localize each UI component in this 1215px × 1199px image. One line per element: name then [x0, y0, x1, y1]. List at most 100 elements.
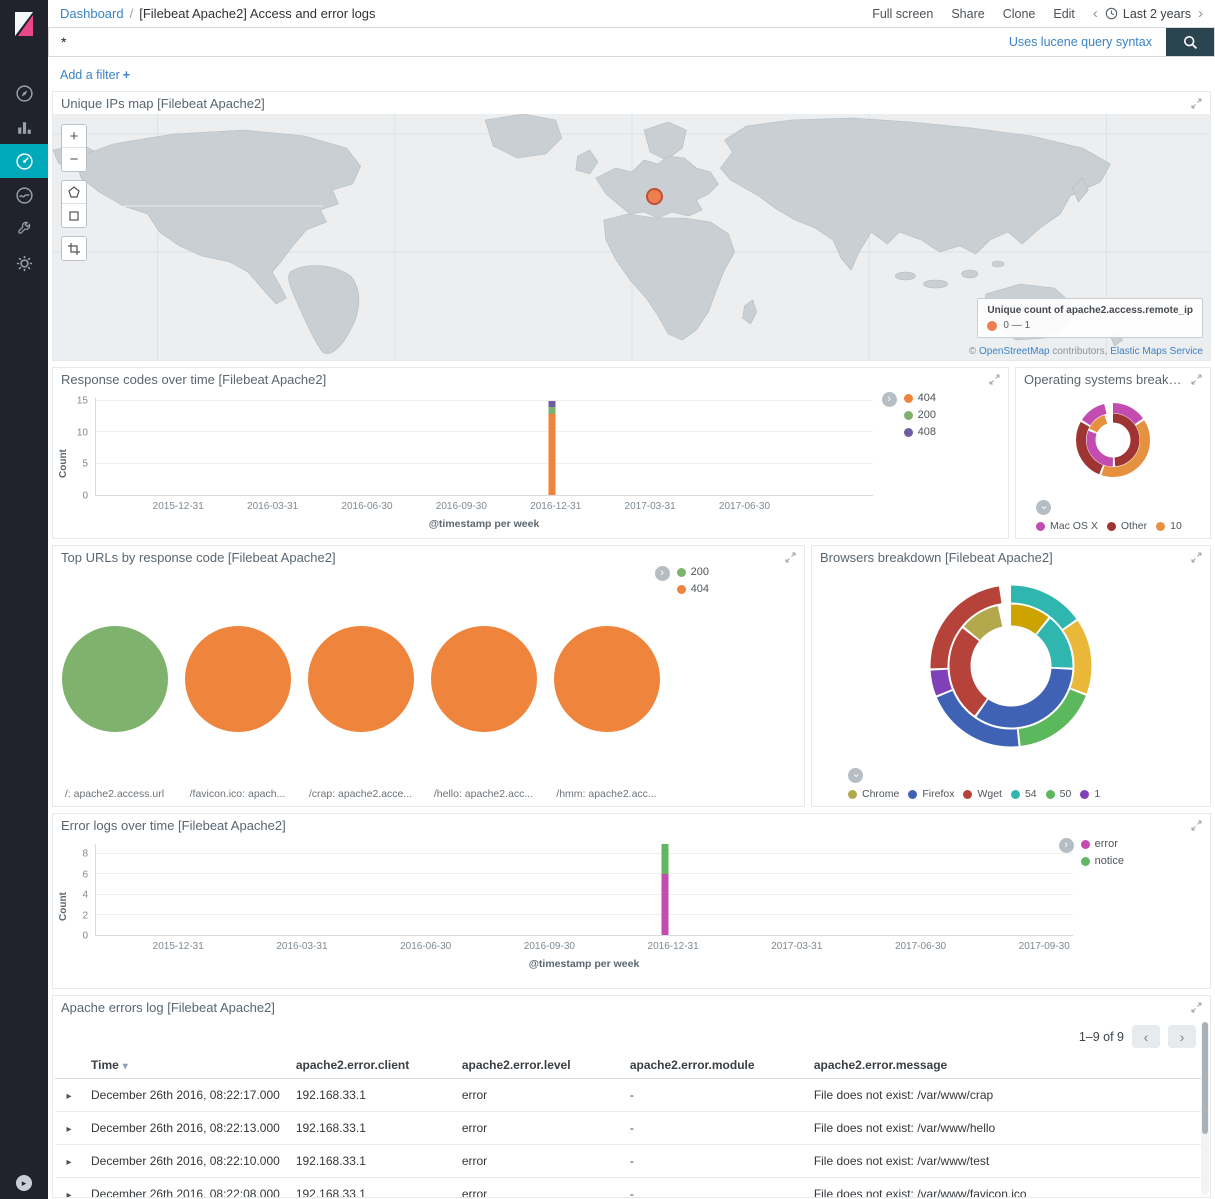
legend-item[interactable]: 54: [1011, 788, 1037, 800]
legend-item[interactable]: error: [1081, 838, 1124, 850]
search-input[interactable]: [49, 34, 1009, 50]
add-filter-plus-icon[interactable]: +: [123, 68, 130, 82]
legend-dot: [987, 321, 997, 331]
legend-toggle-icon[interactable]: [848, 768, 863, 783]
sidebar-item-timelion[interactable]: [0, 178, 48, 212]
legend-item[interactable]: notice: [1081, 855, 1124, 867]
table-row[interactable]: December 26th 2016, 08:22:08.000192.168.…: [55, 1178, 1202, 1199]
column-header[interactable]: apache2.error.message: [806, 1052, 1202, 1079]
x-tick-label: 2016-09-30: [524, 941, 575, 952]
breadcrumb-dashboard-link[interactable]: Dashboard: [60, 6, 124, 21]
time-back-chevron-icon[interactable]: [1093, 6, 1098, 21]
legend-toggle-icon[interactable]: [1036, 500, 1051, 515]
expand-row-caret-icon[interactable]: [55, 1145, 83, 1178]
legend-toggle-icon[interactable]: [882, 392, 897, 407]
sort-caret-icon[interactable]: [119, 1058, 128, 1072]
panel-header: Error logs over time [Filebeat Apache2]: [53, 814, 1210, 836]
legend-item[interactable]: 200: [904, 409, 936, 421]
time-navigation: Last 2 years: [1093, 6, 1203, 21]
legend-toggle-icon[interactable]: [1059, 838, 1074, 853]
pie-slice[interactable]: [554, 626, 660, 732]
legend-label: notice: [1095, 855, 1124, 867]
legend-dot-icon: [677, 585, 686, 594]
pie-slice[interactable]: [185, 626, 291, 732]
query-bar: Uses lucene query syntax: [48, 27, 1215, 57]
edit-button[interactable]: Edit: [1053, 7, 1075, 21]
expand-row-caret-icon[interactable]: [55, 1178, 83, 1199]
column-header[interactable]: Time: [83, 1052, 288, 1079]
draw-rectangle-button[interactable]: [62, 204, 86, 227]
y-axis-label: Count: [53, 844, 69, 970]
legend-item[interactable]: 404: [677, 583, 709, 595]
panel-header: Apache errors log [Filebeat Apache2]: [53, 996, 1210, 1018]
expand-panel-icon[interactable]: [1191, 820, 1202, 831]
column-header[interactable]: apache2.error.client: [288, 1052, 454, 1079]
sidebar-item-devtools[interactable]: [0, 212, 48, 246]
os-donut-chart[interactable]: [1016, 398, 1210, 482]
zoom-in-button[interactable]: +: [62, 125, 86, 148]
expand-panel-icon[interactable]: [1191, 98, 1202, 109]
chart-legend: 404 200 408: [882, 392, 936, 438]
pie-slice[interactable]: [431, 626, 537, 732]
pie-slice[interactable]: [308, 626, 414, 732]
column-header[interactable]: apache2.error.level: [454, 1052, 622, 1079]
legend-item[interactable]: Chrome: [848, 788, 899, 800]
table-row[interactable]: December 26th 2016, 08:22:13.000192.168.…: [55, 1112, 1202, 1145]
table-row[interactable]: December 26th 2016, 08:22:10.000192.168.…: [55, 1145, 1202, 1178]
table-scrollbar-thumb[interactable]: [1202, 1022, 1208, 1134]
column-header-label: apache2.error.client: [296, 1058, 409, 1072]
legend-label: 404: [918, 392, 936, 404]
legend-toggle-icon[interactable]: [655, 566, 670, 581]
search-button[interactable]: [1166, 28, 1214, 56]
legend-item[interactable]: 200: [677, 566, 709, 578]
sidebar-item-dashboard[interactable]: [0, 144, 48, 178]
expand-panel-icon[interactable]: [989, 374, 1000, 385]
bar-segment-error[interactable]: [661, 874, 668, 935]
elastic-maps-service-link[interactable]: Elastic Maps Service: [1110, 346, 1203, 357]
bar-segment-404[interactable]: [549, 414, 556, 495]
share-button[interactable]: Share: [951, 7, 984, 21]
legend-item[interactable]: 1: [1080, 788, 1100, 800]
expand-panel-icon[interactable]: [1191, 1002, 1202, 1013]
column-header[interactable]: apache2.error.module: [622, 1052, 806, 1079]
zoom-out-button[interactable]: −: [62, 148, 86, 171]
expand-panel-icon[interactable]: [785, 552, 796, 563]
map-canvas[interactable]: + − Unique count of apache2.access.remot…: [53, 114, 1210, 360]
fit-bounds-button[interactable]: [62, 237, 86, 260]
table-row[interactable]: December 26th 2016, 08:22:17.000192.168.…: [55, 1079, 1202, 1112]
legend-item[interactable]: Wget: [963, 788, 1002, 800]
expand-panel-icon[interactable]: [1191, 374, 1202, 385]
lucene-syntax-link[interactable]: Uses lucene query syntax: [1009, 35, 1152, 49]
add-filter-link[interactable]: Add a filter: [60, 68, 120, 82]
pagination-next-button[interactable]: [1168, 1025, 1196, 1048]
full-screen-button[interactable]: Full screen: [872, 7, 933, 21]
expand-row-caret-icon[interactable]: [55, 1112, 83, 1145]
expand-panel-icon[interactable]: [1191, 552, 1202, 563]
sidebar-item-visualize[interactable]: [0, 110, 48, 144]
pie-slice[interactable]: [62, 626, 168, 732]
legend-item[interactable]: 50: [1046, 788, 1072, 800]
legend-item[interactable]: 408: [904, 426, 936, 438]
time-forward-chevron-icon[interactable]: [1198, 6, 1203, 21]
sidebar-collapse-button[interactable]: [0, 1175, 48, 1191]
table-scrollbar-track[interactable]: [1201, 1022, 1209, 1195]
bar-segment-notice[interactable]: [661, 844, 668, 874]
kibana-logo[interactable]: [0, 0, 48, 48]
legend-item[interactable]: 10: [1156, 520, 1182, 532]
legend-item[interactable]: Mac OS X: [1036, 520, 1098, 532]
legend-item[interactable]: 404: [904, 392, 936, 404]
sidebar-item-discover[interactable]: [0, 76, 48, 110]
sidebar-item-management[interactable]: [0, 246, 48, 280]
browsers-donut-chart[interactable]: [812, 578, 1210, 754]
time-picker[interactable]: Last 2 years: [1105, 7, 1191, 21]
kibana-app: Dashboard / [Filebeat Apache2] Access an…: [0, 0, 1215, 1199]
legend-item[interactable]: Firefox: [908, 788, 954, 800]
expand-row-caret-icon[interactable]: [55, 1079, 83, 1112]
y-tick-label: 2: [82, 910, 88, 921]
draw-polygon-button[interactable]: [62, 181, 86, 204]
pagination-prev-button[interactable]: [1132, 1025, 1160, 1048]
openstreetmap-link[interactable]: OpenStreetMap: [979, 346, 1050, 357]
geo-point-marker[interactable]: [646, 188, 663, 205]
legend-item[interactable]: Other: [1107, 520, 1147, 532]
clone-button[interactable]: Clone: [1003, 7, 1036, 21]
